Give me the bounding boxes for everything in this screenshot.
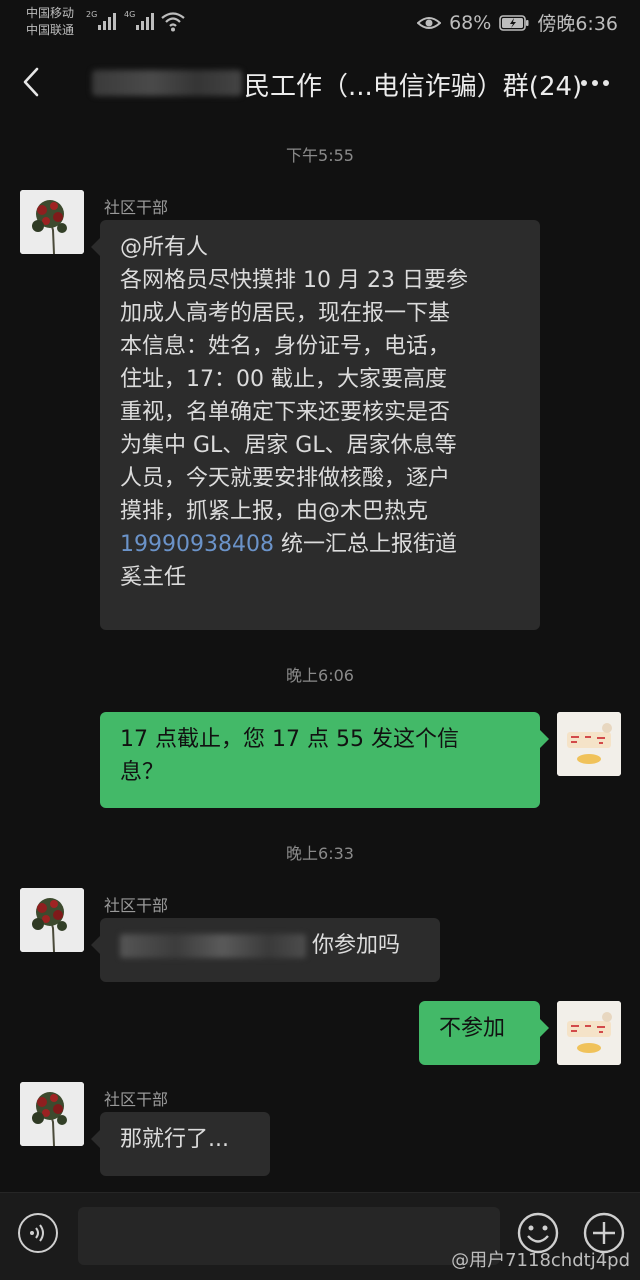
- eye-icon: [417, 16, 442, 29]
- carrier-labels: 中国移动 中国联通: [26, 5, 74, 39]
- more-dots-icon[interactable]: [580, 79, 610, 87]
- message-line: 19990938408 统一汇总上报街道: [120, 528, 520, 561]
- phone-number-link[interactable]: 19990938408: [120, 532, 274, 557]
- message-line: 为集中 GL、居家 GL、居家休息等: [120, 433, 457, 458]
- message-line: 人员，今天就要安排做核酸，逐户: [120, 466, 451, 491]
- redacted-text: [120, 934, 306, 958]
- message-line: 本信息：姓名，身份证号，电话，: [120, 334, 451, 359]
- clock: 傍晚6:36: [537, 13, 618, 35]
- sticker-avatar-icon: [557, 1001, 621, 1065]
- chat-screen: 中国移动 中国联通 2G 4G 68% 傍晚6:36 民工作（...电信诈骗）群…: [0, 0, 640, 1280]
- chevron-left-icon[interactable]: [20, 66, 44, 98]
- message-line: @所有人: [120, 235, 209, 260]
- outgoing-message-bubble[interactable]: 17 点截止，您 17 点 55 发这个信 息？: [100, 712, 549, 808]
- battery-percent: 68%: [449, 11, 492, 34]
- title-bar: 民工作（...电信诈骗）群(24): [0, 44, 640, 120]
- flower-avatar-icon: [20, 1082, 84, 1146]
- watermark: @用户7118chdtj4pd: [451, 1250, 630, 1271]
- incoming-message-bubble[interactable]: 那就行了...: [91, 1112, 270, 1176]
- incoming-message-bubble[interactable]: 你参加吗: [91, 918, 440, 982]
- timestamp: 晚上6:06: [286, 666, 354, 685]
- sender-name: 社区干部: [104, 896, 169, 915]
- message-line: 各网格员尽快摸排 10 月 23 日要参: [120, 268, 468, 293]
- message-line: 17 点截止，您 17 点 55 发这个信: [120, 727, 459, 752]
- message-line: 住址，17：00 截止，大家要高度: [120, 367, 447, 392]
- timestamp: 下午5:55: [286, 146, 354, 165]
- status-bar: 中国移动 中国联通 2G 4G 68% 傍晚6:36: [0, 0, 640, 44]
- message-text: 统一汇总上报街道: [273, 532, 457, 557]
- network-type-2: 4G: [124, 10, 136, 19]
- sticker-avatar-icon: [557, 712, 621, 776]
- message-line: 重视，名单确定下来还要核实是否: [120, 400, 451, 425]
- flower-avatar-icon: [20, 888, 84, 952]
- message-input[interactable]: [78, 1207, 500, 1265]
- timestamp: 晚上6:33: [286, 844, 354, 863]
- chat-title: 民工作（...电信诈骗）群(24): [244, 72, 583, 102]
- message-line: 摸排，抓紧上报，由@木巴热克: [120, 499, 429, 524]
- flower-avatar-icon: [20, 190, 84, 254]
- voice-button[interactable]: [18, 1213, 58, 1253]
- sender-name: 社区干部: [104, 1090, 169, 1109]
- incoming-message-bubble[interactable]: @所有人 各网格员尽快摸排 10 月 23 日要参 加成人高考的居民，现在报一下…: [91, 220, 540, 630]
- message-text: 那就行了...: [120, 1127, 229, 1152]
- redacted-title-part: [92, 70, 242, 96]
- avatar[interactable]: [20, 190, 84, 254]
- message-line: 息？: [120, 760, 165, 785]
- message-text: 你参加吗: [312, 933, 401, 958]
- message-line: 奚主任: [120, 565, 187, 590]
- carrier-2-label: 中国联通: [26, 23, 75, 37]
- self-avatar[interactable]: [557, 712, 621, 776]
- wifi-icon: [161, 12, 185, 32]
- outgoing-message-bubble[interactable]: 不参加: [419, 1001, 549, 1065]
- message-line: 你参加吗: [120, 929, 420, 962]
- signal-icon-1: [98, 12, 116, 30]
- message-text: 不参加: [439, 1016, 506, 1041]
- sender-name: 社区干部: [104, 198, 169, 217]
- network-type-1: 2G: [86, 10, 98, 19]
- avatar[interactable]: [20, 888, 84, 952]
- status-right: 68% 傍晚6:36: [417, 9, 618, 36]
- message-line: 加成人高考的居民，现在报一下基: [120, 301, 451, 326]
- avatar[interactable]: [20, 1082, 84, 1146]
- battery-icon: [499, 14, 529, 31]
- self-avatar[interactable]: [557, 1001, 621, 1065]
- signal-icon-2: [136, 12, 154, 30]
- voice-icon: [30, 1224, 44, 1242]
- carrier-1-label: 中国移动: [26, 6, 75, 20]
